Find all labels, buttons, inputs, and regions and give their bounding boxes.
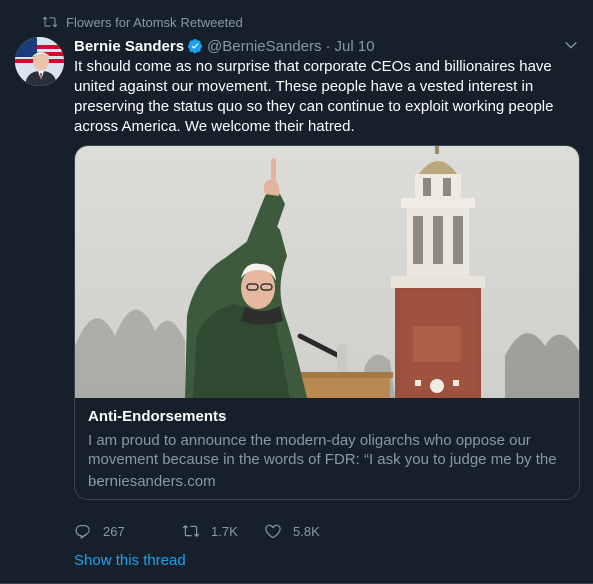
show-thread-link[interactable]: Show this thread [74,552,186,569]
retweeter-name[interactable]: Flowers for Atomsk [66,15,177,30]
tweet-text: It should come as no surprise that corpo… [74,58,554,135]
separator-dot: · [325,37,331,55]
chevron-down-icon[interactable] [563,38,579,54]
tweet[interactable]: Flowers for Atomsk Retweeted Bernie Sand… [0,0,593,584]
retweet-icon [42,16,58,28]
like-icon [265,524,281,539]
like-count: 5.8K [293,523,320,539]
avatar[interactable] [15,37,64,86]
tweet-header: Bernie Sanders @BernieSanders · Jul 10 [74,36,375,56]
author-name[interactable]: Bernie Sanders [74,38,184,55]
reply-icon [75,525,90,539]
retweet-context: Flowers for Atomsk Retweeted [18,13,243,31]
card-title: Anti-Endorsements [88,408,227,425]
card-domain: berniesanders.com [88,473,216,490]
reply-count: 267 [103,523,125,539]
link-card[interactable]: Anti-Endorsements I am proud to announce… [74,145,580,500]
retweet-button[interactable]: 1.7K [182,522,238,540]
retweet-icon [182,524,200,538]
tweet-date[interactable]: Jul 10 [335,38,375,55]
tweet-actions: 267 1.7K 5.8K [74,520,346,542]
retweet-count: 1.7K [211,523,238,539]
card-image [75,146,579,398]
like-button[interactable]: 5.8K [264,522,320,540]
reply-button[interactable]: 267 [74,522,130,540]
author-handle[interactable]: @BernieSanders [207,38,321,55]
retweeted-label: Retweeted [180,14,243,30]
verified-badge-icon [188,39,203,54]
